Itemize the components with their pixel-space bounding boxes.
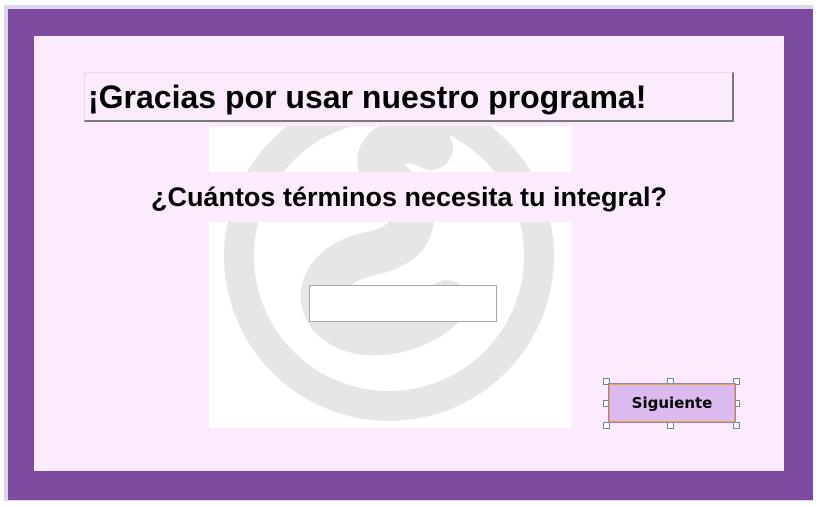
thanks-title-text: ¡Gracias por usar nuestro programa! [88, 79, 647, 115]
terms-question-label: ¿Cuántos términos necesita tu integral? [84, 172, 734, 222]
resize-handle-bottom[interactable] [667, 422, 674, 429]
next-button[interactable]: Siguiente [608, 383, 736, 423]
terms-count-input[interactable] [309, 285, 497, 322]
resize-handle-bottom-right[interactable] [733, 422, 740, 429]
thanks-title: ¡Gracias por usar nuestro programa! [84, 72, 734, 122]
resize-handle-bottom-left[interactable] [603, 422, 610, 429]
